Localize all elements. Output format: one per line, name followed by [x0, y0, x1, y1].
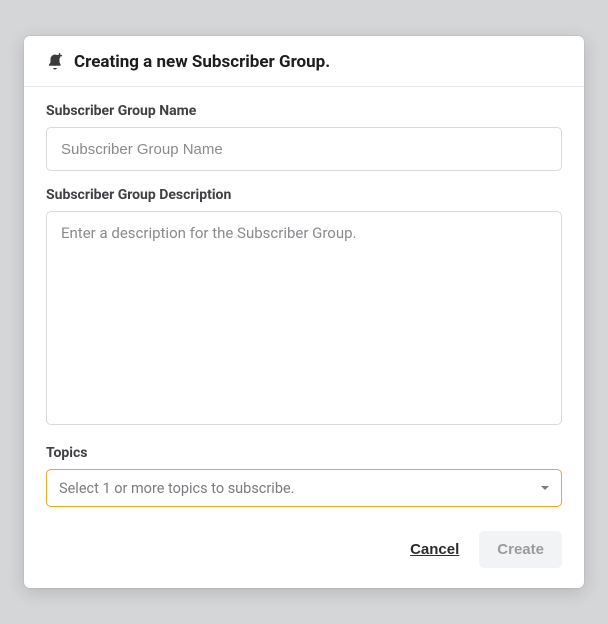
- subscriber-group-description-input[interactable]: [46, 211, 562, 425]
- name-label: Subscriber Group Name: [46, 103, 562, 119]
- modal-body: Subscriber Group Name Subscriber Group D…: [24, 87, 584, 588]
- field-name: Subscriber Group Name: [46, 103, 562, 171]
- topics-select-placeholder: Select 1 or more topics to subscribe.: [59, 480, 294, 497]
- bell-plus-icon: [46, 53, 64, 71]
- field-description: Subscriber Group Description: [46, 187, 562, 429]
- subscriber-group-name-input[interactable]: [46, 127, 562, 171]
- cancel-button[interactable]: Cancel: [408, 537, 461, 562]
- modal-title: Creating a new Subscriber Group.: [74, 52, 330, 72]
- create-subscriber-group-modal: Creating a new Subscriber Group. Subscri…: [24, 36, 584, 588]
- create-button[interactable]: Create: [479, 531, 562, 568]
- description-label: Subscriber Group Description: [46, 187, 562, 203]
- topics-select-wrap: Select 1 or more topics to subscribe.: [46, 469, 562, 507]
- topics-label: Topics: [46, 445, 562, 461]
- modal-header: Creating a new Subscriber Group.: [24, 36, 584, 87]
- field-topics: Topics Select 1 or more topics to subscr…: [46, 445, 562, 507]
- topics-select[interactable]: Select 1 or more topics to subscribe.: [46, 469, 562, 507]
- modal-actions: Cancel Create: [46, 531, 562, 568]
